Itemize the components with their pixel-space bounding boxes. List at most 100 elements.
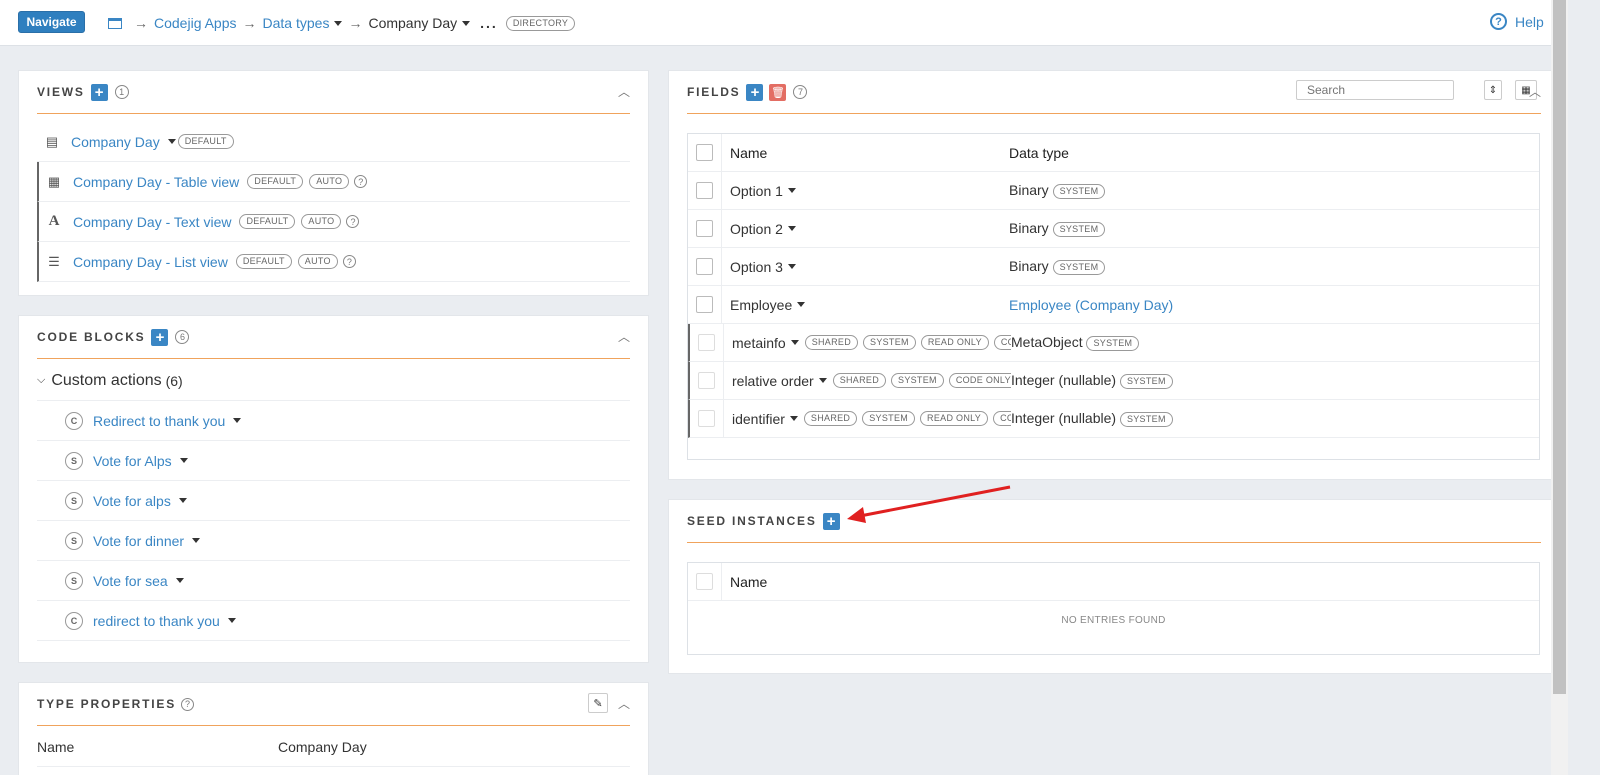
add-view-button[interactable]: + [90, 83, 108, 101]
table-row[interactable]: Employee Employee (Company Day) [688, 286, 1539, 324]
table-row[interactable]: metainfo SHARED SYSTEM READ ONLY CC MetaObje… [688, 324, 1539, 362]
caret-down-icon[interactable] [192, 538, 201, 543]
default-pill: DEFAULT [239, 214, 296, 229]
table-row[interactable]: Option 1 Binary SYSTEM [688, 172, 1539, 210]
custom-actions-group[interactable]: ⌵ Custom actions (6) [37, 361, 630, 401]
list-item[interactable]: C Redirect to thank you [37, 401, 630, 441]
field-name[interactable]: relative order [732, 373, 814, 389]
view-label[interactable]: Company Day [71, 134, 160, 150]
list-item[interactable]: ☰ Company Day - List view DEFAULT AUTO ? [37, 242, 630, 282]
field-name[interactable]: metainfo [732, 335, 786, 351]
view-label[interactable]: Company Day - List view [73, 254, 228, 270]
action-label[interactable]: Redirect to thank you [93, 413, 225, 429]
caret-down-icon[interactable] [797, 302, 806, 307]
help-icon[interactable]: ? [354, 175, 368, 188]
help-label: Help [1515, 13, 1544, 30]
caret-down-icon[interactable] [790, 340, 799, 345]
row-checkbox[interactable] [696, 258, 713, 275]
select-all-checkbox[interactable] [696, 144, 713, 161]
caret-down-icon[interactable] [178, 498, 187, 503]
views-count: 1 [114, 85, 129, 99]
caret-down-icon[interactable] [787, 226, 796, 231]
search-input[interactable] [1296, 80, 1454, 100]
caret-down-icon[interactable] [789, 416, 798, 421]
arrow-right-icon: → [348, 15, 363, 31]
field-name[interactable]: Option 3 [730, 259, 783, 275]
field-type: Binary [1009, 258, 1049, 275]
caret-down-icon[interactable] [227, 618, 236, 623]
delete-field-button[interactable]: 🗑 [769, 83, 787, 101]
system-pill: SYSTEM [891, 373, 944, 388]
collapse-icon[interactable]: ︿ [618, 695, 630, 712]
collapse-icon[interactable]: ︿ [618, 83, 630, 100]
app-icon[interactable] [108, 17, 122, 29]
caret-down-icon[interactable] [167, 139, 176, 144]
action-label[interactable]: Vote for dinner [93, 533, 184, 549]
table-row[interactable]: relative order SHARED SYSTEM CODE ONLY Inte… [688, 362, 1539, 400]
row-checkbox[interactable] [698, 334, 715, 351]
row-checkbox[interactable] [698, 372, 715, 389]
list-item[interactable]: ▦ Company Day - Table view DEFAULT AUTO … [37, 162, 630, 202]
caret-down-icon[interactable] [334, 20, 343, 26]
caret-down-icon[interactable] [787, 188, 796, 193]
list-item[interactable]: A Company Day - Text view DEFAULT AUTO ? [37, 202, 630, 242]
field-name[interactable]: Employee [730, 297, 792, 313]
caret-down-icon[interactable] [179, 458, 188, 463]
field-type: Integer (nullable) [1011, 410, 1117, 427]
help-icon[interactable]: ? [181, 697, 195, 711]
breadcrumb-codejig-apps[interactable]: Codejig Apps [154, 15, 237, 31]
row-checkbox[interactable] [696, 182, 713, 199]
add-seed-instance-button[interactable]: + [822, 512, 840, 530]
navigate-button[interactable]: Navigate [18, 11, 85, 33]
table-row[interactable]: Option 3 Binary SYSTEM [688, 248, 1539, 286]
help-link[interactable]: ? Help [1490, 13, 1544, 30]
sort-icon[interactable]: ⇕ [1484, 80, 1502, 100]
list-item[interactable]: ▤ Company Day DEFAULT [37, 122, 630, 162]
field-name[interactable]: identifier [732, 411, 785, 427]
caret-down-icon[interactable] [462, 20, 471, 26]
row-checkbox[interactable] [696, 220, 713, 237]
help-icon[interactable]: ? [342, 255, 356, 268]
caret-down-icon[interactable] [175, 578, 184, 583]
action-label[interactable]: Vote for sea [93, 573, 168, 589]
action-label[interactable]: redirect to thank you [93, 613, 220, 629]
code-pill: CC [993, 335, 1011, 350]
list-item[interactable]: S Vote for sea [37, 561, 630, 601]
list-item[interactable]: S Vote for Alps [37, 441, 630, 481]
ellipsis-menu[interactable]: ... [480, 15, 498, 31]
add-code-block-button[interactable]: + [151, 328, 169, 346]
code-blocks-title: CODE BLOCKS [37, 330, 146, 344]
view-label[interactable]: Company Day - Table view [73, 174, 239, 190]
field-name[interactable]: Option 2 [730, 221, 783, 237]
table-row[interactable]: identifier SHARED SYSTEM READ ONLY CC Intege… [688, 400, 1539, 438]
caret-down-icon[interactable] [787, 264, 796, 269]
row-checkbox[interactable] [698, 410, 715, 427]
scrollbar-thumb[interactable] [1553, 0, 1566, 694]
help-icon[interactable]: ? [346, 215, 360, 228]
field-name[interactable]: Option 1 [730, 183, 783, 199]
collapse-icon[interactable]: ︿ [1529, 83, 1541, 100]
list-item[interactable]: S Vote for dinner [37, 521, 630, 561]
list-item[interactable]: S Vote for alps [37, 481, 630, 521]
list-item[interactable]: C redirect to thank you [37, 601, 630, 641]
select-all-checkbox[interactable] [696, 573, 713, 590]
arrow-shaft [859, 485, 1011, 518]
caret-down-icon[interactable] [818, 378, 827, 383]
views-title: VIEWS [37, 85, 85, 99]
breadcrumb: → Codejig Apps → Data types → Company Da… [108, 13, 576, 33]
table-row[interactable]: Option 2 Binary SYSTEM [688, 210, 1539, 248]
action-label[interactable]: Vote for alps [93, 493, 171, 509]
view-label[interactable]: Company Day - Text view [73, 214, 231, 230]
edit-button[interactable]: ✎ [588, 693, 608, 713]
code-blocks-list: ⌵ Custom actions (6) C Redirect to thank… [37, 361, 630, 641]
collapse-icon[interactable]: ︿ [618, 328, 630, 345]
server-badge: S [65, 451, 83, 470]
action-label[interactable]: Vote for Alps [93, 453, 172, 469]
field-type-link[interactable]: Employee (Company Day) [1009, 297, 1173, 313]
views-panel: VIEWS + 1 ︿ ▤ Company Day DEFAULT ▦ Comp… [18, 70, 649, 296]
row-checkbox[interactable] [696, 296, 713, 313]
breadcrumb-data-types[interactable]: Data types [263, 15, 330, 31]
add-field-button[interactable]: + [746, 83, 764, 101]
caret-down-icon[interactable] [233, 418, 242, 423]
annotation-arrow [847, 485, 1011, 523]
